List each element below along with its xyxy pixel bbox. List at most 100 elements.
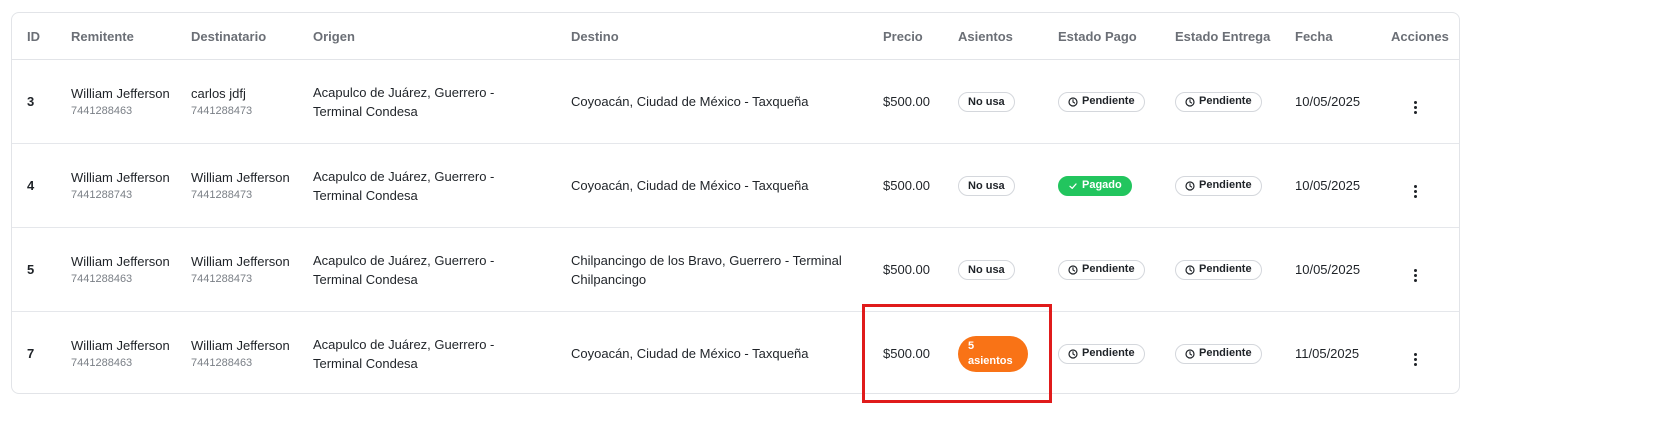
recipient-name: carlos jdfj xyxy=(191,86,246,101)
payment-status-label: Pendiente xyxy=(1082,263,1135,275)
table-row: 7 William Jefferson 7441288463 William Jeff… xyxy=(12,312,1459,394)
cell-origin: Acapulco de Juárez, Guerrero - Terminal … xyxy=(313,336,495,371)
delivery-status-label: Pendiente xyxy=(1199,263,1252,275)
cell-seats: No usa xyxy=(943,59,1043,144)
cell-price: $500.00 xyxy=(868,227,943,312)
recipient-name: William Jefferson xyxy=(191,338,290,353)
sender-phone: 7441288463 xyxy=(71,105,133,117)
shipments-table: ID Remitente Destinatario Origen Destino… xyxy=(12,13,1459,394)
table-row: 3 William Jefferson 7441288463 carlos jdfj 7… xyxy=(12,59,1459,144)
cell-seats: 5 asientos xyxy=(943,312,1043,394)
cell-date: 10/05/2025 xyxy=(1280,227,1376,312)
cell-destination: Chilpancingo de los Bravo, Guerrero - Te… xyxy=(556,227,868,312)
clock-icon xyxy=(1068,96,1078,107)
delivery-status-badge: Pendiente xyxy=(1175,91,1262,112)
cell-recipient: William Jefferson 7441288473 xyxy=(176,143,298,228)
clock-icon xyxy=(1185,180,1195,191)
header-id: ID xyxy=(12,13,56,60)
cell-delivery-status: Pendiente xyxy=(1160,143,1280,228)
cell-destination: Coyoacán, Ciudad de México - Taxqueña xyxy=(571,346,809,361)
more-vertical-icon[interactable] xyxy=(1410,352,1420,366)
cell-actions xyxy=(1376,143,1459,228)
recipient-phone: 7441288473 xyxy=(191,273,253,285)
sender-phone: 7441288463 xyxy=(71,273,133,285)
payment-status-label: Pendiente xyxy=(1082,347,1135,359)
cell-id: 3 xyxy=(12,59,56,144)
cell-sender: William Jefferson 7441288463 xyxy=(56,59,176,144)
delivery-status-label: Pendiente xyxy=(1199,95,1252,107)
clock-icon xyxy=(1068,348,1078,359)
cell-sender: William Jefferson 7441288463 xyxy=(56,227,176,312)
cell-date: 11/05/2025 xyxy=(1295,346,1360,361)
cell-recipient: William Jefferson 7441288473 xyxy=(176,227,298,312)
clock-icon xyxy=(1068,264,1078,275)
cell-origin: Acapulco de Juárez, Guerrero - Terminal … xyxy=(298,227,556,312)
cell-recipient: William Jefferson 7441288463 xyxy=(176,312,298,394)
delivery-status-badge: Pendiente xyxy=(1175,343,1262,364)
header-sender: Remitente xyxy=(56,13,176,60)
sender-name: William Jefferson xyxy=(71,254,170,269)
seats-badge: 5 asientos xyxy=(958,335,1028,372)
payment-status-label: Pagado xyxy=(1082,179,1122,191)
payment-status-badge: Pendiente xyxy=(1058,259,1145,280)
delivery-status-badge: Pendiente xyxy=(1175,259,1262,280)
cell-payment-status: Pendiente xyxy=(1043,59,1160,144)
more-vertical-icon[interactable] xyxy=(1410,184,1420,198)
header-price: Precio xyxy=(868,13,943,60)
table-row: 4 William Jefferson 7441288743 William Jeff… xyxy=(12,143,1459,228)
recipient-phone: 7441288473 xyxy=(191,105,253,117)
payment-status-badge: Pendiente xyxy=(1058,343,1145,364)
check-icon xyxy=(1069,182,1077,189)
header-destination: Destino xyxy=(556,13,868,60)
clock-icon xyxy=(1185,96,1195,107)
payment-status-badge: Pendiente xyxy=(1058,91,1145,112)
more-vertical-icon[interactable] xyxy=(1410,268,1420,282)
cell-origin: Acapulco de Juárez, Guerrero - Terminal … xyxy=(298,143,556,228)
table-row: 5 William Jefferson 7441288463 William Jeff… xyxy=(12,227,1459,312)
clock-icon xyxy=(1185,264,1195,275)
delivery-status-label: Pendiente xyxy=(1199,347,1252,359)
delivery-status-label: Pendiente xyxy=(1199,179,1252,191)
cell-price: $500.00 xyxy=(883,346,930,361)
recipient-name: William Jefferson xyxy=(191,254,290,269)
sender-name: William Jefferson xyxy=(71,338,170,353)
header-seats: Asientos xyxy=(943,13,1043,60)
cell-id: 4 xyxy=(12,143,56,228)
header-delivery-status: Estado Entrega xyxy=(1160,13,1280,60)
cell-price: $500.00 xyxy=(868,59,943,144)
cell-actions xyxy=(1376,59,1459,144)
cell-seats: No usa xyxy=(943,227,1043,312)
seats-badge: No usa xyxy=(958,92,1015,113)
table-header-row: ID Remitente Destinatario Origen Destino… xyxy=(12,13,1459,60)
cell-payment-status: Pendiente xyxy=(1043,312,1160,394)
clock-icon xyxy=(1185,348,1195,359)
seats-badge: No usa xyxy=(958,176,1015,197)
sender-phone: 7441288463 xyxy=(71,357,133,369)
shipments-table-card: ID Remitente Destinatario Origen Destino… xyxy=(11,12,1460,394)
cell-delivery-status: Pendiente xyxy=(1160,59,1280,144)
cell-payment-status: Pendiente xyxy=(1043,227,1160,312)
recipient-phone: 7441288473 xyxy=(191,189,253,201)
cell-actions xyxy=(1376,227,1459,312)
cell-date: 10/05/2025 xyxy=(1280,143,1376,228)
cell-destination: Coyoacán, Ciudad de México - Taxqueña xyxy=(556,143,868,228)
sender-name: William Jefferson xyxy=(71,170,170,185)
seats-badge: No usa xyxy=(958,260,1015,281)
cell-date: 10/05/2025 xyxy=(1280,59,1376,144)
header-actions: Acciones xyxy=(1376,13,1459,60)
cell-id: 5 xyxy=(12,227,56,312)
cell-payment-status: Pagado xyxy=(1043,143,1160,228)
header-payment-status: Estado Pago xyxy=(1043,13,1160,60)
cell-id: 7 xyxy=(27,346,35,361)
payment-status-label: Pendiente xyxy=(1082,95,1135,107)
cell-price: $500.00 xyxy=(868,143,943,228)
cell-delivery-status: Pendiente xyxy=(1160,227,1280,312)
recipient-name: William Jefferson xyxy=(191,170,290,185)
cell-destination: Coyoacán, Ciudad de México - Taxqueña xyxy=(556,59,868,144)
cell-actions xyxy=(1376,312,1459,394)
cell-sender: William Jefferson 7441288463 xyxy=(56,312,176,394)
more-vertical-icon[interactable] xyxy=(1410,100,1420,114)
cell-recipient: carlos jdfj 7441288473 xyxy=(176,59,298,144)
header-date: Fecha xyxy=(1280,13,1376,60)
sender-name: William Jefferson xyxy=(71,86,170,101)
